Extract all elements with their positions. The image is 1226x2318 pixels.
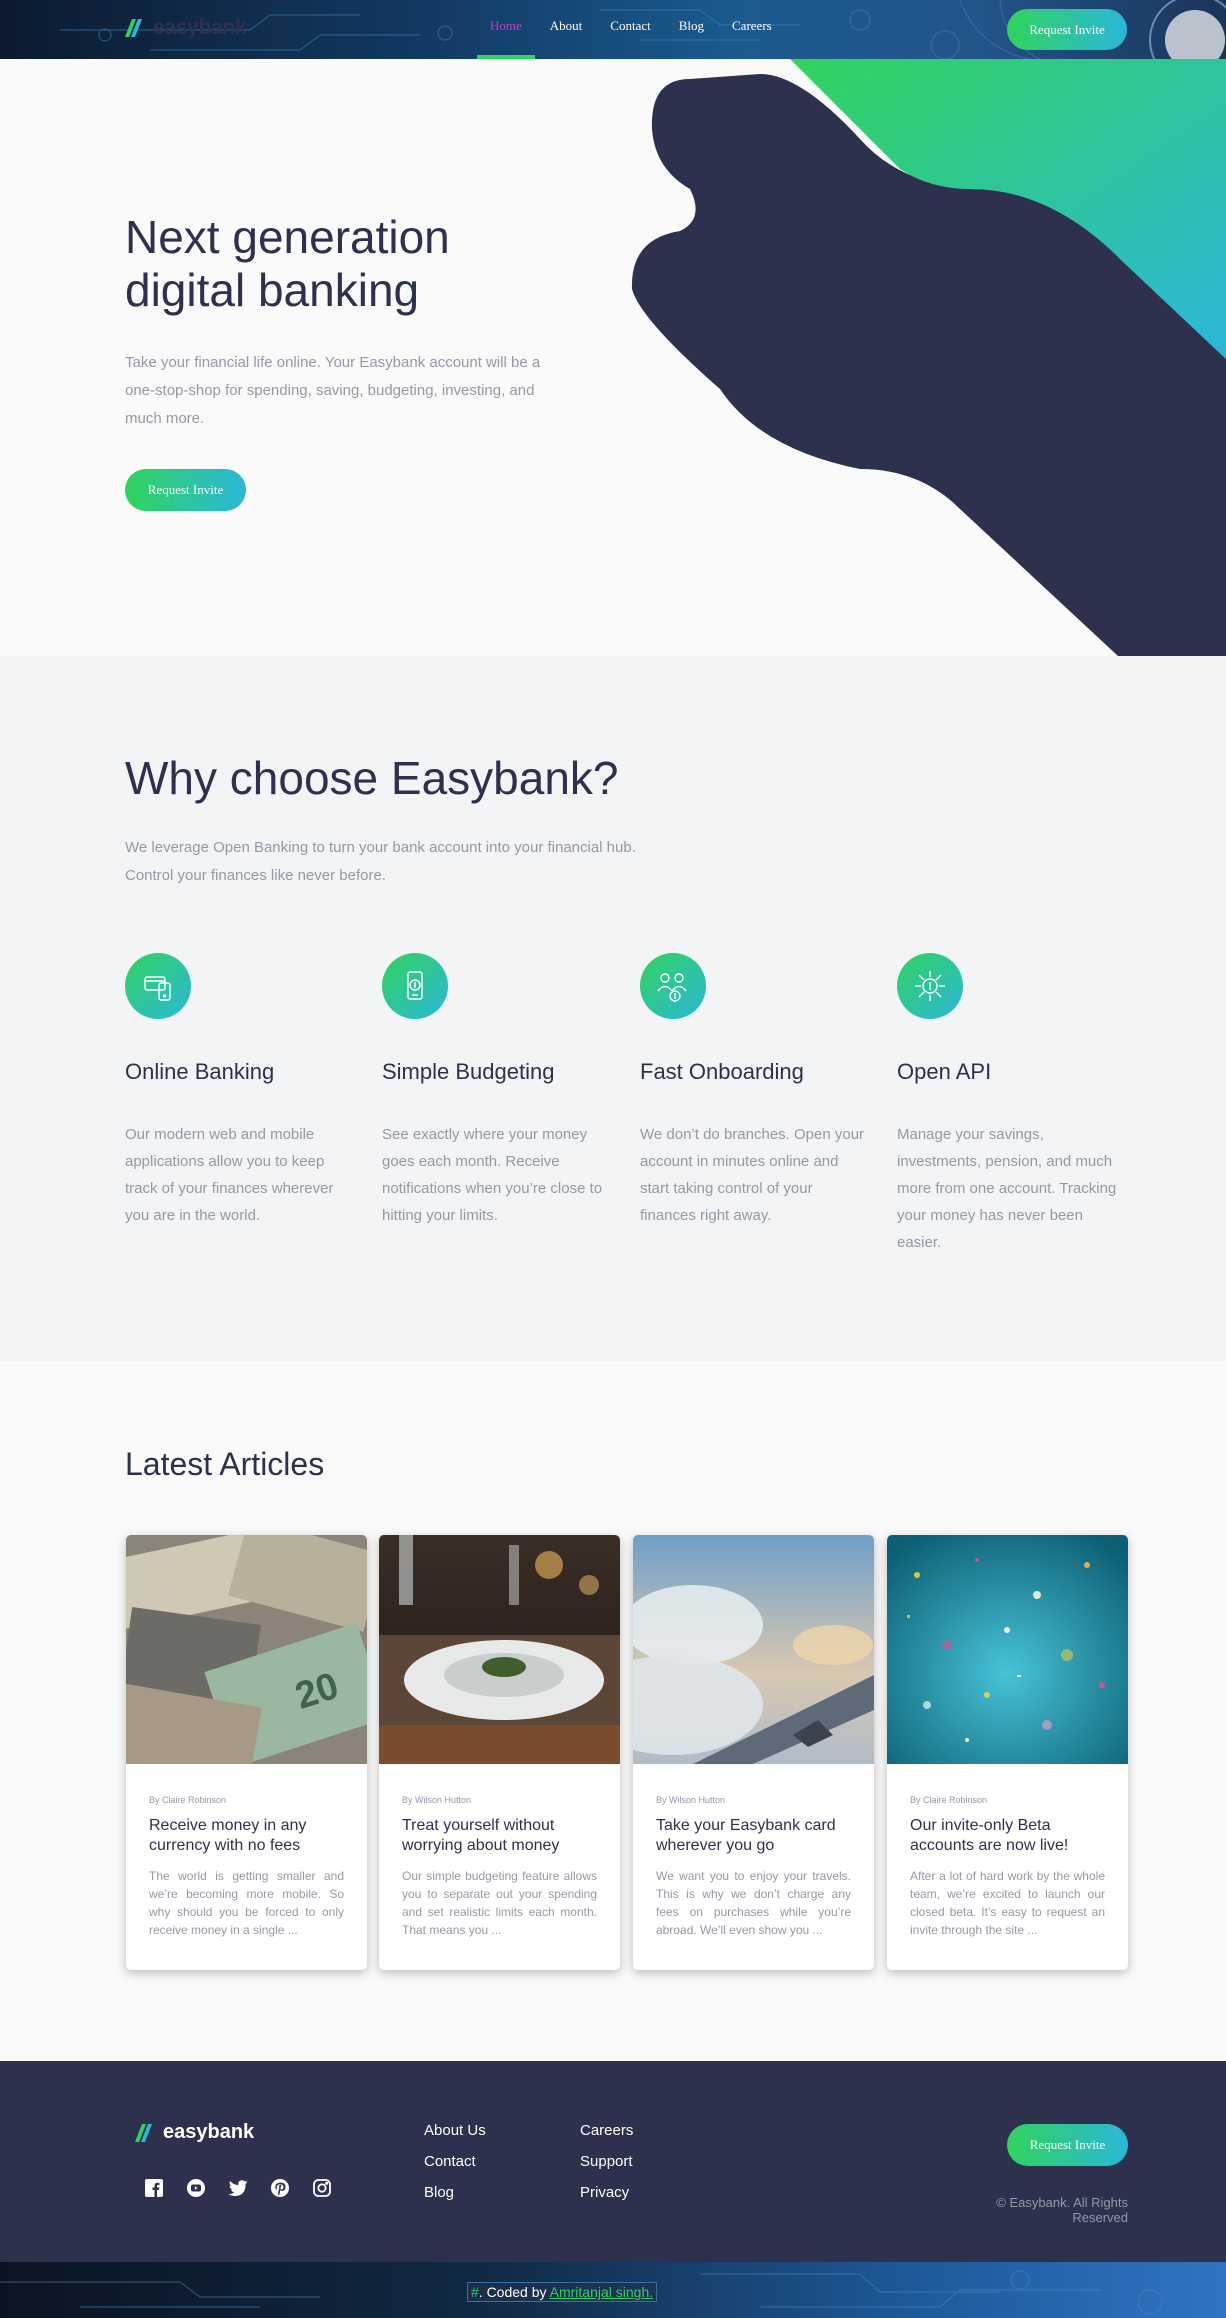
footer-link-blog[interactable]: Blog xyxy=(424,2183,486,2202)
confetti-photo xyxy=(887,1535,1128,1764)
nav-contact[interactable]: Contact xyxy=(610,18,650,34)
nav-links: Home About Contact Blog Careers xyxy=(490,18,772,34)
copyright: © Easybank. All Rights Reserved xyxy=(996,2195,1128,2225)
footer-link-about-us[interactable]: About Us xyxy=(424,2121,486,2140)
article-author: By Claire Robinson xyxy=(910,1795,988,1805)
logo-mark-icon xyxy=(125,19,142,37)
nav-blog[interactable]: Blog xyxy=(679,18,704,34)
footer-link-contact[interactable]: Contact xyxy=(424,2152,486,2171)
article-card[interactable]: By Wilson Hutton Treat yourself without … xyxy=(379,1535,620,1970)
article-excerpt: Our simple budgeting feature allows you … xyxy=(402,1869,597,1937)
nav-about[interactable]: About xyxy=(550,18,583,34)
feature-text: Manage your savings, investments, pensio… xyxy=(897,1126,1117,1251)
article-title[interactable]: Our invite-only Beta accounts are now li… xyxy=(910,1816,1105,1856)
article-card[interactable]: By Wilson Hutton Take your Easybank card… xyxy=(633,1535,874,1970)
social-links xyxy=(143,2177,333,2199)
online-banking-icon xyxy=(125,953,191,1019)
footer-brand-name: easybank xyxy=(163,2121,255,2143)
facebook-icon[interactable] xyxy=(143,2177,165,2199)
article-author: By Wilson Hutton xyxy=(402,1795,472,1805)
hero-title: Next generation digital banking xyxy=(125,211,450,316)
brand-name: easybank xyxy=(153,16,247,39)
logo-mark-icon xyxy=(135,2123,152,2142)
article-excerpt: We want you to enjoy your travels. This … xyxy=(656,1869,851,1937)
feature-online-banking: Online Banking Our modern web and mobile… xyxy=(125,953,355,1229)
footer-links-col-2: Careers Support Privacy xyxy=(580,2121,633,2202)
footer-link-support[interactable]: Support xyxy=(580,2152,633,2171)
articles-title: Latest Articles xyxy=(125,1446,325,1482)
article-card[interactable]: 20 By Claire Robinson Receive money in a… xyxy=(126,1535,367,1970)
feature-simple-budgeting: Simple Budgeting See exactly where your … xyxy=(382,953,612,1229)
feature-fast-onboarding: Fast Onboarding We don’t do branches. Op… xyxy=(640,953,870,1229)
hero-text: Take your financial life online. Your Ea… xyxy=(125,354,541,427)
feature-text: We don’t do branches. Open your account … xyxy=(640,1126,865,1224)
api-icon xyxy=(897,953,963,1019)
why-intro: We leverage Open Banking to turn your ba… xyxy=(125,839,636,884)
feature-title: Fast Onboarding xyxy=(640,1059,804,1084)
budgeting-icon xyxy=(382,953,448,1019)
article-author: By Wilson Hutton xyxy=(656,1795,726,1805)
pinterest-icon[interactable] xyxy=(269,2177,291,2199)
instagram-icon[interactable] xyxy=(311,2177,333,2199)
article-excerpt: The world is getting smaller and we’re b… xyxy=(149,1869,344,1937)
nav-request-invite-button[interactable]: Request Invite xyxy=(1007,9,1127,50)
footer-link-privacy[interactable]: Privacy xyxy=(580,2183,633,2202)
article-excerpt: After a lot of hard work by the whole te… xyxy=(910,1869,1105,1937)
article-title[interactable]: Take your Easybank card wherever you go xyxy=(656,1816,851,1856)
plane-photo xyxy=(633,1535,874,1764)
article-title[interactable]: Receive money in any currency with no fe… xyxy=(149,1816,344,1856)
feature-title: Online Banking xyxy=(125,1059,275,1084)
feature-title: Simple Budgeting xyxy=(382,1059,555,1084)
credit-author-link[interactable]: Amritanjal singh. xyxy=(550,2284,654,2300)
youtube-icon[interactable] xyxy=(185,2177,207,2199)
why-title: Why choose Easybank? xyxy=(125,752,619,804)
article-author: By Claire Robinson xyxy=(149,1795,227,1805)
coded-by-credit: #. Coded by Amritanjal singh. xyxy=(467,2282,658,2302)
nav-careers[interactable]: Careers xyxy=(732,18,772,34)
feature-open-api: Open API Manage your savings, investment… xyxy=(897,953,1127,1256)
credit-prefix: # xyxy=(471,2284,479,2300)
feature-title: Open API xyxy=(897,1059,992,1084)
top-navbar: easybank Home About Contact Blog Careers… xyxy=(0,0,1226,59)
restaurant-photo xyxy=(379,1535,620,1764)
nav-home[interactable]: Home xyxy=(490,18,522,34)
credit-text: . Coded by xyxy=(478,2284,550,2300)
twitter-icon[interactable] xyxy=(227,2177,249,2199)
article-title[interactable]: Treat yourself without worrying about mo… xyxy=(402,1816,597,1856)
onboarding-icon xyxy=(640,953,706,1019)
hero-request-invite-button[interactable]: Request Invite xyxy=(125,469,246,511)
feature-text: Our modern web and mobile applications a… xyxy=(125,1126,334,1224)
hero-section: Next generation digital banking Take you… xyxy=(0,59,1226,656)
footer-links-col-1: About Us Contact Blog xyxy=(424,2121,486,2202)
footer-brand-logo[interactable]: easybank xyxy=(135,2121,254,2144)
articles-section: Latest Articles 20 By Claire Robinson Re… xyxy=(0,1361,1226,2061)
footer-link-careers[interactable]: Careers xyxy=(580,2121,633,2140)
article-card[interactable]: By Claire Robinson Our invite-only Beta … xyxy=(887,1535,1128,1970)
attribution-bar: #. Coded by Amritanjal singh. xyxy=(0,2262,1226,2318)
currency-photo: 20 xyxy=(126,1535,367,1764)
brand-logo[interactable]: easybank xyxy=(125,16,247,40)
feature-text: See exactly where your money goes each m… xyxy=(382,1126,603,1224)
footer-request-invite-button[interactable]: Request Invite xyxy=(1007,2124,1128,2166)
site-footer: easybank About Us Contact Blog Careers S… xyxy=(0,2061,1226,2262)
why-section: Why choose Easybank? We leverage Open Ba… xyxy=(0,656,1226,1361)
